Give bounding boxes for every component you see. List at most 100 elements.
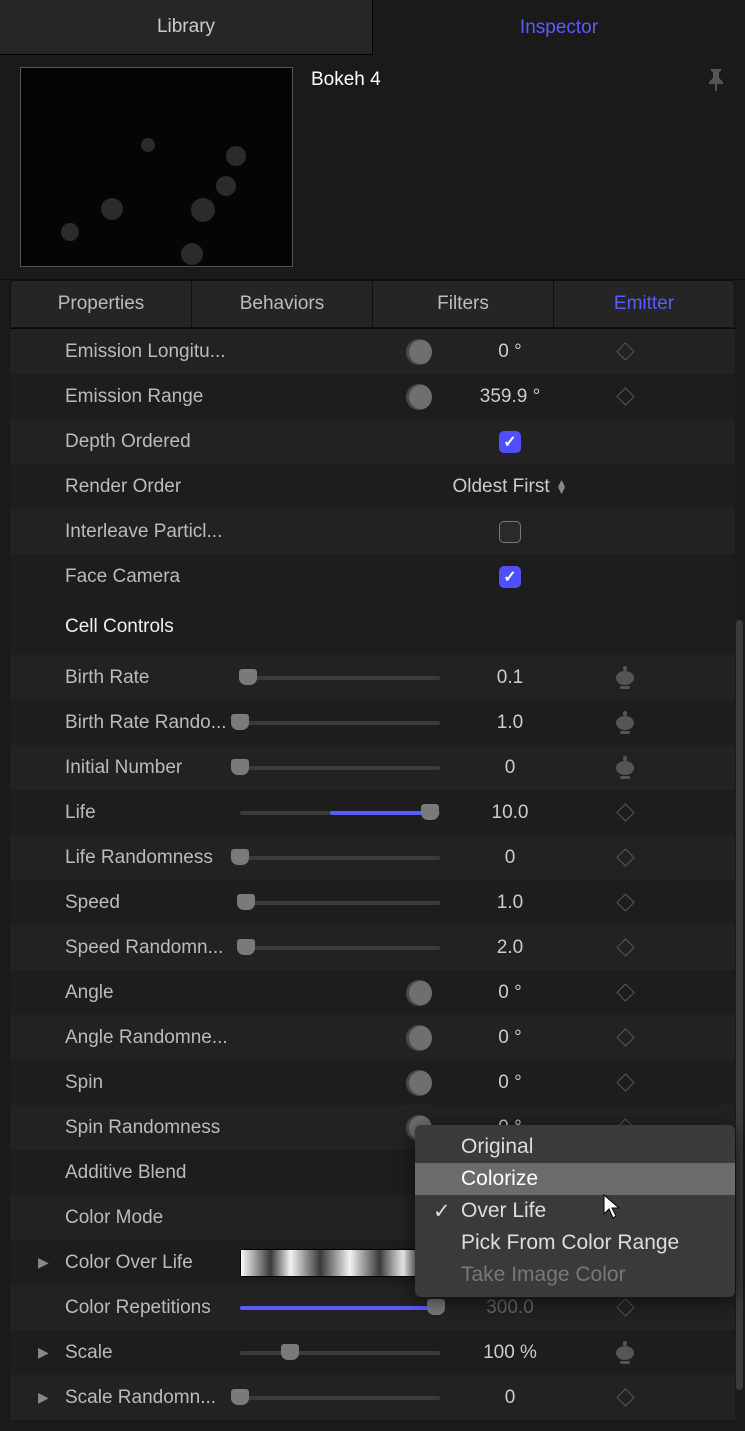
- disclosure-icon[interactable]: ▶: [38, 1344, 49, 1361]
- menu-item-pick-range[interactable]: Pick From Color Range: [415, 1227, 735, 1259]
- row-speed-random: Speed Randomn... 2.0: [10, 925, 735, 970]
- dial-emission-longitude[interactable]: [406, 339, 432, 365]
- joystick-icon[interactable]: [616, 761, 634, 775]
- keyframe-icon[interactable]: [616, 1028, 634, 1046]
- row-life: Life 10.0: [10, 790, 735, 835]
- slider-scale[interactable]: [240, 1351, 440, 1355]
- keyframe-icon[interactable]: [616, 983, 634, 1001]
- dial-angle[interactable]: [406, 980, 432, 1006]
- slider-life[interactable]: [240, 811, 440, 815]
- row-scale: ▶ Scale 100 %: [10, 1330, 735, 1375]
- checkbox-face-camera[interactable]: [499, 566, 521, 588]
- label-face-camera: Face Camera: [65, 566, 240, 588]
- disclosure-icon[interactable]: ▶: [38, 1389, 49, 1406]
- slider-speed[interactable]: [240, 901, 440, 905]
- row-birth-rate-random: Birth Rate Rando... 1.0: [10, 700, 735, 745]
- checkbox-interleave[interactable]: [499, 521, 521, 543]
- tab-behaviors[interactable]: Behaviors: [192, 281, 373, 327]
- checkbox-depth-ordered[interactable]: [499, 431, 521, 453]
- dial-angle-random[interactable]: [406, 1025, 432, 1051]
- dial-spin[interactable]: [406, 1070, 432, 1096]
- label-spin-random: Spin Randomness: [65, 1117, 240, 1139]
- keyframe-icon[interactable]: [616, 938, 634, 956]
- slider-speed-random[interactable]: [240, 946, 440, 950]
- menu-item-over-life[interactable]: ✓Over Life: [415, 1195, 735, 1227]
- label-initial-number: Initial Number: [65, 757, 240, 779]
- keyframe-icon[interactable]: [616, 1388, 634, 1406]
- tab-filters[interactable]: Filters: [373, 281, 554, 327]
- value-spin[interactable]: 0 °: [440, 1072, 580, 1094]
- menu-item-colorize[interactable]: Colorize: [415, 1163, 735, 1195]
- preview-thumbnail[interactable]: [20, 67, 293, 267]
- value-birth-rate-random[interactable]: 1.0: [440, 712, 580, 734]
- value-emission-longitude[interactable]: 0 °: [440, 341, 580, 363]
- value-angle-random[interactable]: 0 °: [440, 1027, 580, 1049]
- tab-properties[interactable]: Properties: [11, 281, 192, 327]
- row-scale-random: ▶ Scale Randomn... 0: [10, 1375, 735, 1420]
- joystick-icon[interactable]: [616, 716, 634, 730]
- keyframe-icon[interactable]: [616, 1298, 634, 1316]
- value-scale-random[interactable]: 0: [440, 1387, 580, 1409]
- row-initial-number: Initial Number 0: [10, 745, 735, 790]
- keyframe-icon[interactable]: [616, 803, 634, 821]
- tab-inspector[interactable]: Inspector: [373, 0, 745, 55]
- label-emission-longitude: Emission Longitu...: [65, 341, 240, 363]
- value-speed[interactable]: 1.0: [440, 892, 580, 914]
- keyframe-icon[interactable]: [616, 1073, 634, 1091]
- row-birth-rate: Birth Rate 0.1: [10, 655, 735, 700]
- label-scale: Scale: [65, 1342, 240, 1364]
- value-birth-rate[interactable]: 0.1: [440, 667, 580, 689]
- label-additive-blend: Additive Blend: [65, 1162, 240, 1184]
- label-speed: Speed: [65, 892, 240, 914]
- joystick-icon[interactable]: [616, 1346, 634, 1360]
- inspector-header: Bokeh 4: [0, 55, 745, 280]
- row-render-order: Render Order Oldest First ▲▼: [10, 464, 735, 509]
- label-color-repetitions: Color Repetitions: [65, 1297, 240, 1319]
- keyframe-icon[interactable]: [616, 893, 634, 911]
- top-tabs: Library Inspector: [0, 0, 745, 55]
- tab-library[interactable]: Library: [0, 0, 372, 55]
- label-depth-ordered: Depth Ordered: [65, 431, 240, 453]
- keyframe-icon[interactable]: [616, 387, 634, 405]
- keyframe-icon[interactable]: [616, 342, 634, 360]
- value-initial-number[interactable]: 0: [440, 757, 580, 779]
- gradient-color-over-life[interactable]: [240, 1249, 440, 1277]
- tab-emitter[interactable]: Emitter: [554, 281, 734, 327]
- value-angle[interactable]: 0 °: [440, 982, 580, 1004]
- slider-initial-number[interactable]: [240, 766, 440, 770]
- value-life-random[interactable]: 0: [440, 847, 580, 869]
- disclosure-icon[interactable]: ▶: [38, 1254, 49, 1271]
- dial-emission-range[interactable]: [406, 384, 432, 410]
- keyframe-icon[interactable]: [616, 848, 634, 866]
- checkmark-icon: ✓: [433, 1199, 451, 1224]
- color-mode-popup: Original Colorize ✓Over Life Pick From C…: [415, 1125, 735, 1297]
- pin-icon[interactable]: [707, 69, 725, 97]
- scrollbar[interactable]: [736, 620, 743, 1390]
- row-emission-range: Emission Range 359.9 °: [10, 374, 735, 419]
- select-render-order[interactable]: Oldest First ▲▼: [440, 476, 580, 498]
- menu-item-take-image: Take Image Color: [415, 1259, 735, 1291]
- row-life-random: Life Randomness 0: [10, 835, 735, 880]
- slider-life-random[interactable]: [240, 856, 440, 860]
- label-color-over-life: Color Over Life: [65, 1252, 240, 1274]
- slider-color-repetitions[interactable]: [240, 1306, 440, 1310]
- label-life: Life: [65, 802, 240, 824]
- object-title: Bokeh 4: [311, 69, 381, 267]
- label-angle: Angle: [65, 982, 240, 1004]
- slider-birth-rate[interactable]: [240, 676, 440, 680]
- value-color-repetitions[interactable]: 300.0: [440, 1297, 580, 1319]
- menu-item-original[interactable]: Original: [415, 1131, 735, 1163]
- label-scale-random: Scale Randomn...: [65, 1387, 240, 1409]
- value-scale[interactable]: 100 %: [440, 1342, 580, 1364]
- value-life[interactable]: 10.0: [440, 802, 580, 824]
- joystick-icon[interactable]: [616, 671, 634, 685]
- label-speed-random: Speed Randomn...: [65, 937, 240, 959]
- value-speed-random[interactable]: 2.0: [440, 937, 580, 959]
- row-depth-ordered: Depth Ordered: [10, 419, 735, 464]
- row-face-camera: Face Camera: [10, 554, 735, 599]
- value-emission-range[interactable]: 359.9 °: [440, 386, 580, 408]
- section-cell-controls: Cell Controls: [10, 599, 735, 655]
- row-emission-longitude: Emission Longitu... 0 °: [10, 329, 735, 374]
- slider-scale-random[interactable]: [240, 1396, 440, 1400]
- slider-birth-rate-random[interactable]: [240, 721, 440, 725]
